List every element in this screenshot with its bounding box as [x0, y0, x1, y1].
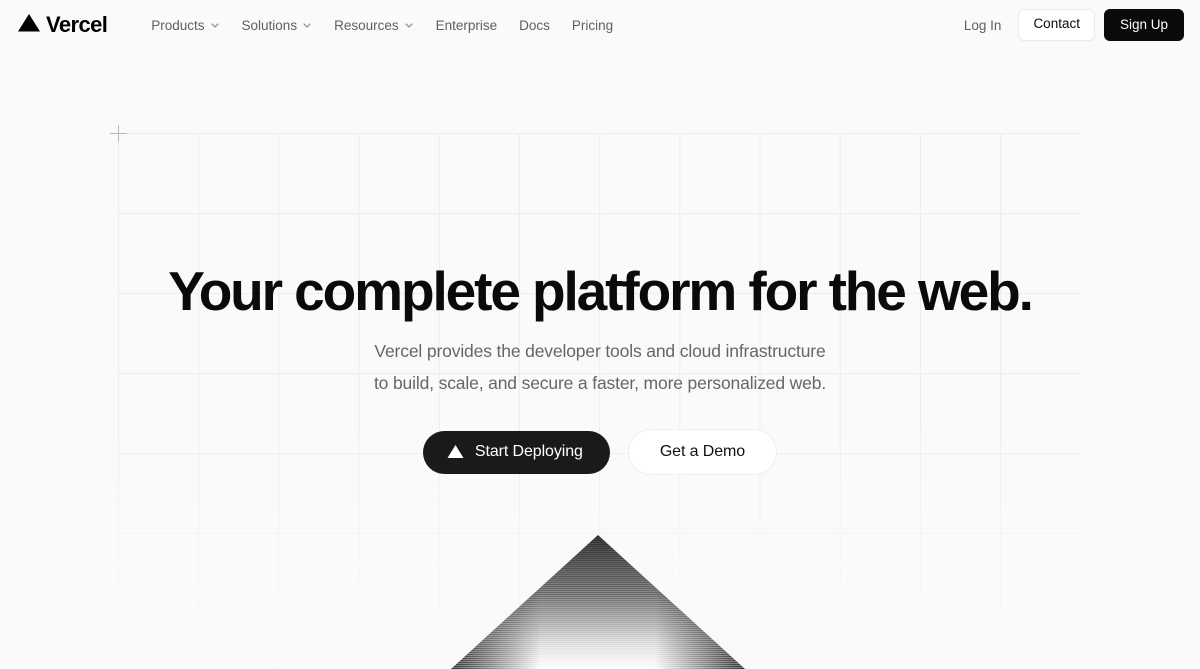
- nav-label: Docs: [519, 17, 550, 33]
- hero-section: Your complete platform for the web. Verc…: [0, 0, 1200, 669]
- plus-crosshair-icon: [110, 125, 127, 142]
- login-link[interactable]: Log In: [956, 12, 1010, 39]
- chevron-down-icon: [302, 18, 312, 33]
- site-header: Vercel Products Solutions Resources Ente…: [0, 0, 1200, 50]
- header-actions: Log In Contact Sign Up: [956, 8, 1184, 42]
- nav-label: Pricing: [571, 17, 614, 33]
- hero-subtitle-line-1: Vercel provides the developer tools and …: [374, 341, 826, 362]
- start-deploying-label: Start Deploying: [474, 442, 583, 460]
- contact-button[interactable]: Contact: [1018, 9, 1095, 41]
- vercel-triangle-icon: [17, 12, 41, 38]
- vercel-triangle-graphic: [451, 535, 745, 669]
- background-grid: [118, 133, 1080, 669]
- nav-item-pricing[interactable]: Pricing: [561, 12, 624, 39]
- nav-item-docs[interactable]: Docs: [508, 12, 561, 39]
- nav-label: Resources: [334, 17, 399, 33]
- start-deploying-button[interactable]: Start Deploying: [422, 430, 610, 474]
- grid-lines: [118, 133, 1080, 669]
- vercel-wordmark: Vercel: [46, 12, 108, 37]
- nav-item-enterprise[interactable]: Enterprise: [425, 12, 509, 39]
- chevron-down-icon: [210, 18, 220, 33]
- vercel-logo[interactable]: Vercel: [17, 12, 108, 38]
- nav-item-solutions[interactable]: Solutions: [231, 11, 324, 39]
- hero-subtitle: Vercel provides the developer tools and …: [0, 335, 1200, 399]
- nav-label: Products: [151, 17, 205, 33]
- nav-item-resources[interactable]: Resources: [323, 11, 425, 39]
- signup-button[interactable]: Sign Up: [1103, 8, 1184, 42]
- get-a-demo-button[interactable]: Get a Demo: [627, 429, 778, 475]
- grid-top-rule: [118, 133, 1080, 134]
- hero-title: Your complete platform for the web.: [168, 260, 1034, 322]
- chevron-down-icon: [404, 18, 414, 33]
- nav-label: Enterprise: [435, 17, 498, 33]
- hero-subtitle-line-2: to build, scale, and secure a faster, mo…: [373, 373, 827, 394]
- vercel-triangle-icon: [447, 444, 464, 459]
- nav-label: Solutions: [241, 17, 298, 33]
- main-navigation: Products Solutions Resources Enterprise …: [140, 11, 624, 39]
- nav-item-products[interactable]: Products: [140, 11, 230, 39]
- hero-cta-row: Start Deploying Get a Demo: [0, 429, 1200, 475]
